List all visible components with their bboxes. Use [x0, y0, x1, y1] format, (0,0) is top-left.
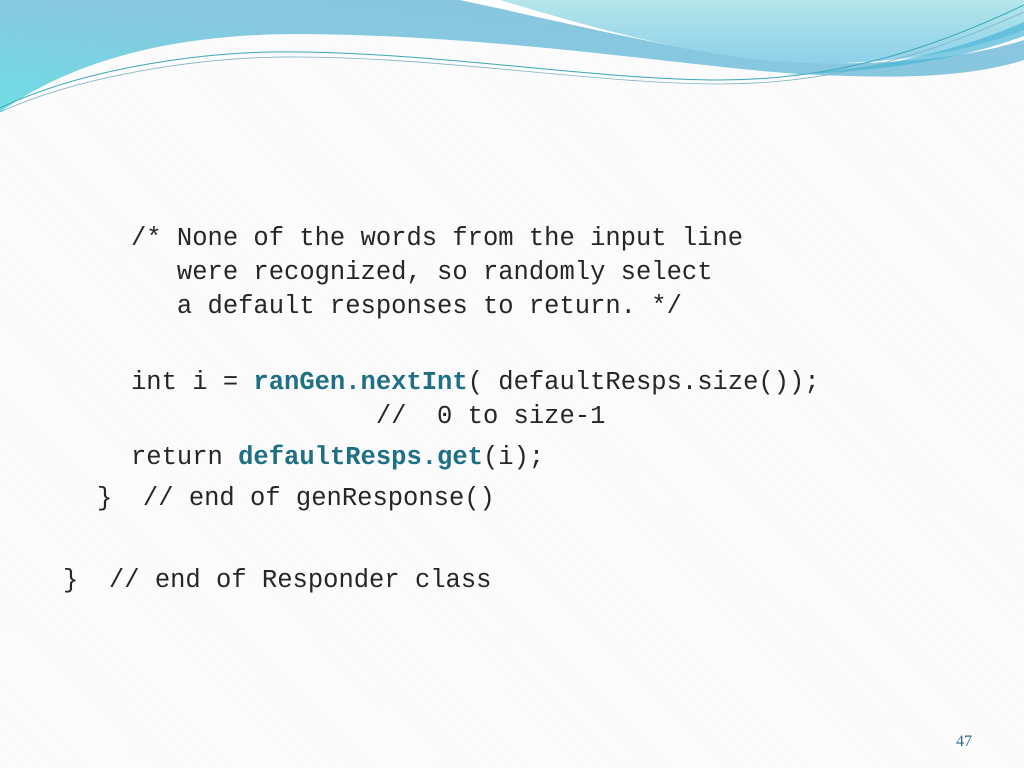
code-text: ( defaultResps.size());	[467, 368, 820, 397]
code-line-end-class: } // end of Responder class	[63, 566, 492, 595]
code-line-return: return defaultResps.get(i);	[131, 441, 544, 475]
code-line-int: int i = ranGen.nextInt( defaultResps.siz…	[131, 366, 820, 400]
code-line-range-comment: // 0 to size-1	[131, 402, 606, 431]
method-call-highlight: ranGen.nextInt	[253, 368, 468, 397]
code-text: int i =	[131, 368, 254, 397]
code-text: (i);	[482, 443, 545, 472]
code-text: return	[131, 443, 239, 472]
method-call-highlight: defaultResps.get	[238, 443, 483, 472]
comment-line-2: were recognized, so randomly select	[131, 258, 713, 287]
page-number: 47	[956, 733, 972, 750]
comment-block: /* None of the words from the input line…	[131, 222, 743, 324]
comment-line-1: /* None of the words from the input line	[131, 224, 744, 253]
code-line-end-method: } // end of genResponse()	[97, 484, 495, 513]
comment-line-3: a default responses to return. */	[131, 292, 682, 321]
header-wave-decoration	[0, 0, 1024, 113]
